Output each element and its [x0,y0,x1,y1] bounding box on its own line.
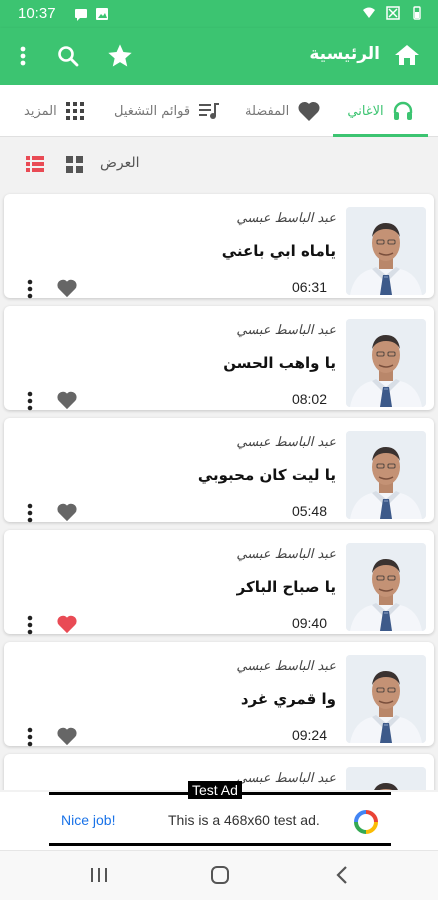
home-icon[interactable] [394,43,420,67]
song-thumbnail [346,431,426,519]
tab-playlists-label: قوائم التشغيل [114,103,191,119]
song-title: يا واهب الحسن [223,354,336,372]
song-title: يا ليت كان محبوبي [197,466,336,484]
song-artist: عبد الباسط عبسي [236,435,336,450]
song-duration: 09:24 [291,727,327,743]
view-toggle-row: العرض [0,142,438,186]
page-title: الرئيسية [309,44,380,64]
tab-songs[interactable]: الاغاني [333,85,428,137]
song-title: ياماه ابي باعني [221,242,336,260]
headphones-icon [393,101,412,120]
tab-favorites[interactable]: المفضلة [245,85,321,137]
song-artist: عبد الباسط عبسي [236,211,336,226]
grid-view-icon[interactable] [66,156,83,173]
artist-photo [346,207,426,295]
song-more-icon[interactable] [22,278,38,300]
battery-icon [413,6,421,20]
ad-logo-icon [354,810,378,834]
favorite-heart-icon[interactable] [56,390,78,410]
song-more-icon[interactable] [22,502,38,524]
song-duration: 08:02 [291,391,327,407]
artist-photo [346,543,426,631]
song-artist: عبد الباسط عبسي [236,659,336,674]
song-artist: عبد الباسط عبسي [236,771,336,786]
song-thumbnail [346,655,426,743]
search-icon[interactable] [56,44,80,68]
tab-playlists[interactable]: قوائم التشغيل [114,85,220,137]
song-card[interactable]: عبد الباسط عبسي يا صباح الباكر 09:40 [4,530,434,636]
ad-banner[interactable]: Test Ad Nice job! This is a 468x60 test … [49,781,391,846]
song-card[interactable]: عبد الباسط عبسي يا واهب الحسن 08:02 [4,306,434,412]
song-more-icon[interactable] [22,614,38,636]
song-thumbnail [346,207,426,295]
status-time: 10:37 [18,5,56,22]
view-label: العرض [100,155,140,171]
no-signal-icon [386,6,400,20]
tab-favorites-label: المفضلة [245,103,290,119]
image-icon [96,8,108,20]
status-bar: 10:37 [0,0,438,28]
song-card[interactable]: عبد الباسط عبسي يا ليت كان محبوبي 05:48 [4,418,434,524]
overflow-menu-icon[interactable] [16,44,30,68]
apps-grid-icon [65,102,84,120]
artist-photo [346,431,426,519]
wifi-icon [363,7,375,18]
song-duration: 06:31 [291,279,327,295]
song-duration: 09:40 [291,615,327,631]
song-thumbnail [346,767,426,790]
song-artist: عبد الباسط عبسي [236,323,336,338]
song-card[interactable]: عبد الباسط عبسي ياماه ابي باعني 06:31 [4,194,434,300]
ad-text: This is a 468x60 test ad. [168,812,320,828]
song-card[interactable]: عبد الباسط عبسي وا قمري غرد 09:24 [4,642,434,748]
song-more-icon[interactable] [22,726,38,748]
back-icon[interactable] [334,865,350,885]
favorite-heart-icon[interactable] [56,502,78,522]
app-bar: الرئيسية [0,28,438,85]
artist-photo [346,319,426,407]
song-duration: 05:48 [291,503,327,519]
song-artist: عبد الباسط عبسي [236,547,336,562]
home-nav-icon[interactable] [210,865,230,885]
favorite-heart-icon[interactable] [56,614,78,634]
tab-active-indicator [333,134,428,137]
system-nav-bar [0,850,438,900]
tab-more-label: المزيد [24,103,57,119]
heart-icon [298,101,320,121]
tab-more[interactable]: المزيد [24,85,85,137]
ad-tag: Test Ad [188,781,242,799]
artist-photo [346,655,426,743]
tab-songs-label: الاغاني [347,103,384,119]
message-icon [75,9,87,21]
song-title: يا صباح الباكر [236,578,336,596]
recents-icon[interactable] [90,865,108,885]
favorite-heart-icon[interactable] [56,278,78,298]
star-icon[interactable] [106,42,134,70]
song-thumbnail [346,543,426,631]
ad-cta[interactable]: Nice job! [61,812,115,828]
favorite-heart-icon[interactable] [56,726,78,746]
song-title: وا قمري غرد [240,690,336,708]
song-list: عبد الباسط عبسي ياماه ابي باعني 06:31 عب… [0,192,438,790]
list-view-icon[interactable] [26,156,44,172]
song-more-icon[interactable] [22,390,38,412]
tab-bar: الاغاني المفضلة قوائم التشغيل المزيد [0,85,438,137]
song-thumbnail [346,319,426,407]
artist-photo [346,767,426,790]
playlist-icon [199,103,220,119]
